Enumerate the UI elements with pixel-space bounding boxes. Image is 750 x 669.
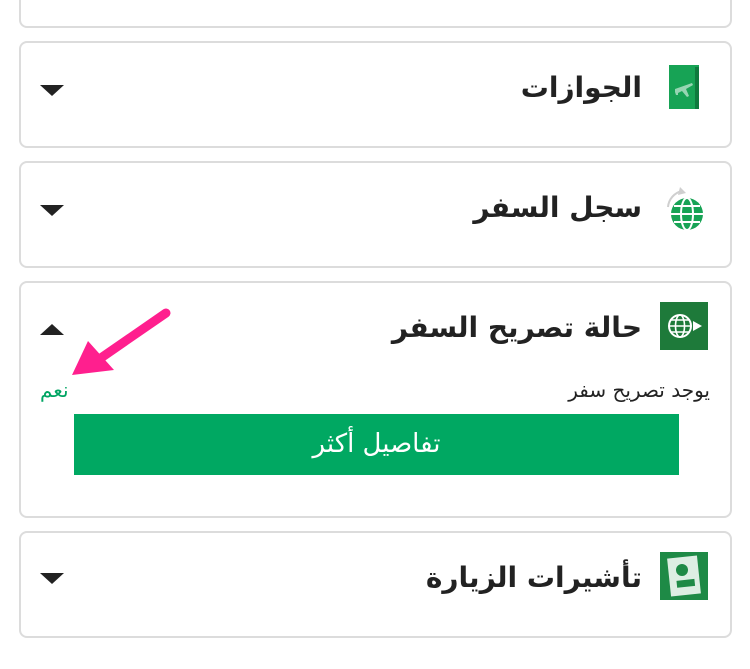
previous-section-card	[19, 0, 732, 28]
annotation-arrow-icon	[72, 308, 171, 375]
section-title: سجل السفر	[473, 191, 642, 224]
section-title: الجوازات	[520, 71, 642, 104]
chevron-down-icon[interactable]	[40, 205, 64, 216]
visa-icon	[660, 552, 708, 600]
section-travel-record[interactable]: سجل السفر	[19, 161, 732, 268]
section-passports[interactable]: الجوازات	[19, 41, 732, 148]
chevron-down-icon[interactable]	[40, 573, 64, 584]
chevron-down-icon[interactable]	[40, 85, 64, 96]
globe-arrow-icon	[660, 302, 708, 350]
passport-icon	[669, 65, 699, 109]
section-title: حالة تصريح السفر	[391, 311, 642, 344]
permit-status-label: يوجد تصريح سفر	[568, 378, 710, 402]
section-title: تأشيرات الزيارة	[425, 561, 642, 594]
section-visit-visas[interactable]: تأشيرات الزيارة	[19, 531, 732, 638]
more-details-button[interactable]: تفاصيل أكثر	[74, 414, 679, 475]
globe-plane-icon	[667, 187, 703, 231]
